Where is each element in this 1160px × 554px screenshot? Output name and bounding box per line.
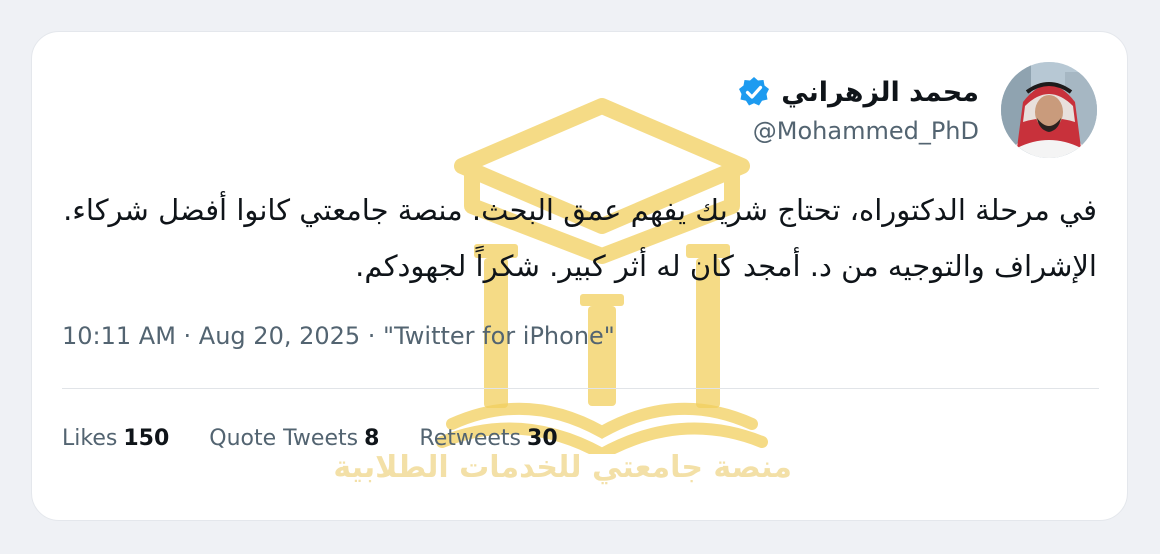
retweets-stat[interactable]: Retweets 30 xyxy=(419,426,557,451)
tweet-card: منصة جامعتي للخدمات الطلابية محمد الزهرا… xyxy=(31,31,1128,521)
author-identity: محمد الزهراني @Mohammed_PhD xyxy=(737,75,979,145)
tweet-stats: Likes 150 Quote Tweets 8 Retweets 30 xyxy=(62,426,558,451)
likes-count: 150 xyxy=(123,426,170,451)
divider xyxy=(62,388,1099,389)
retweets-label: Retweets xyxy=(419,426,522,451)
tweet-timestamp[interactable]: 10:11 AM · Aug 20, 2025 · "Twitter for i… xyxy=(62,322,615,350)
avatar[interactable] xyxy=(1001,62,1097,158)
likes-label: Likes xyxy=(62,426,118,451)
author-display-name[interactable]: محمد الزهراني xyxy=(781,77,979,108)
author-handle[interactable]: @Mohammed_PhD xyxy=(753,117,979,145)
tweet-text: في مرحلة الدكتوراه، تحتاج شريك يفهم عمق … xyxy=(63,193,1097,283)
quote-tweets-stat[interactable]: Quote Tweets 8 xyxy=(209,426,379,451)
likes-stat[interactable]: Likes 150 xyxy=(62,426,169,451)
avatar-image xyxy=(1001,62,1097,158)
quote-tweets-label: Quote Tweets xyxy=(209,426,359,451)
tweet-header: محمد الزهراني @Mohammed_PhD xyxy=(737,62,1097,158)
name-row: محمد الزهراني xyxy=(737,75,979,109)
verified-badge-icon xyxy=(739,77,770,106)
retweets-count: 30 xyxy=(527,426,558,451)
quote-tweets-count: 8 xyxy=(364,426,380,451)
watermark-text: منصة جامعتي للخدمات الطلابية xyxy=(333,450,792,485)
